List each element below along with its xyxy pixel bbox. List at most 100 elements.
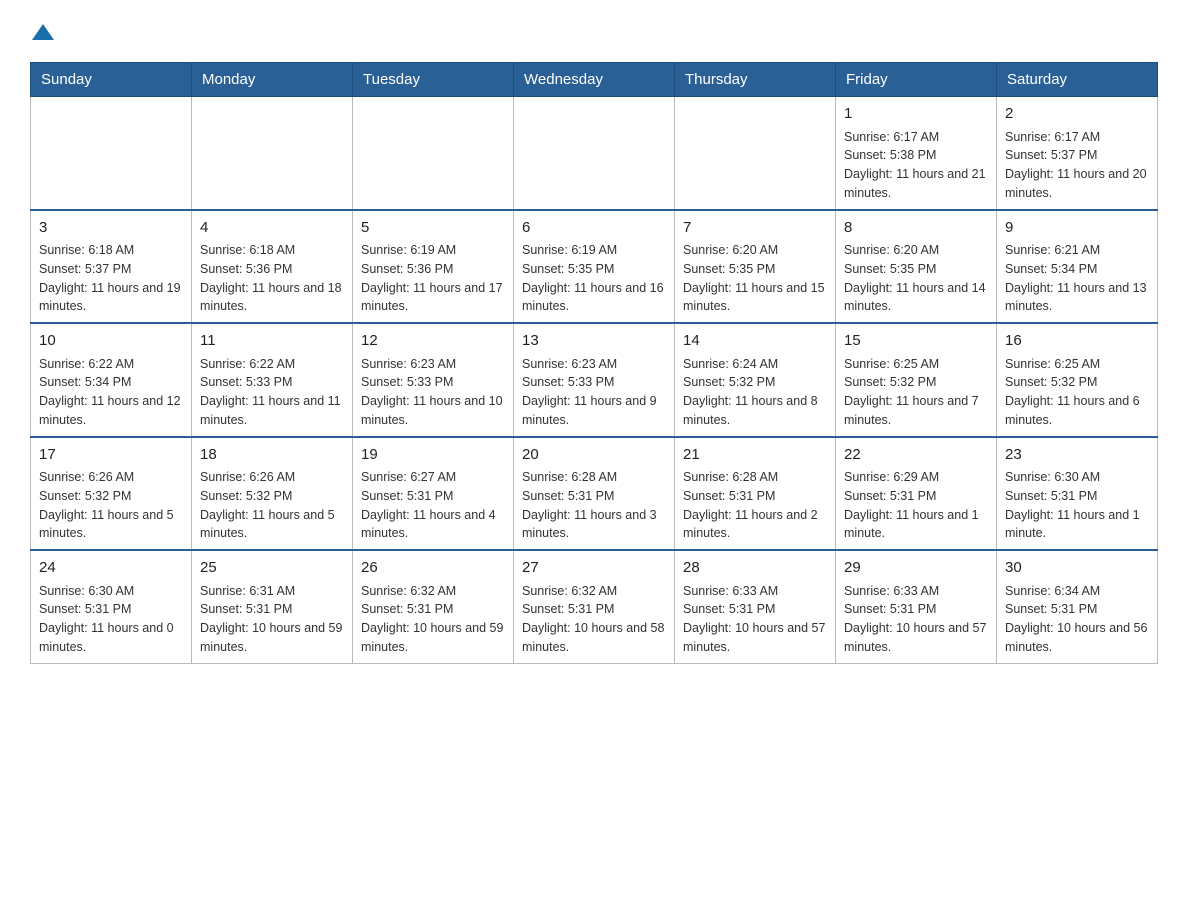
daylight-text: Daylight: 11 hours and 5 minutes. xyxy=(39,508,174,541)
header-tuesday: Tuesday xyxy=(353,63,514,97)
sunset-text: Sunset: 5:31 PM xyxy=(522,489,614,503)
sunset-text: Sunset: 5:31 PM xyxy=(844,489,936,503)
daylight-text: Daylight: 10 hours and 57 minutes. xyxy=(844,621,986,654)
sunrise-text: Sunrise: 6:30 AM xyxy=(39,584,134,598)
sunrise-text: Sunrise: 6:27 AM xyxy=(361,470,456,484)
table-row: 5 Sunrise: 6:19 AM Sunset: 5:36 PM Dayli… xyxy=(353,210,514,324)
sunrise-text: Sunrise: 6:23 AM xyxy=(522,357,617,371)
daylight-text: Daylight: 11 hours and 17 minutes. xyxy=(361,281,503,314)
table-row: 12 Sunrise: 6:23 AM Sunset: 5:33 PM Dayl… xyxy=(353,323,514,437)
sunset-text: Sunset: 5:37 PM xyxy=(39,262,131,276)
day-number: 12 xyxy=(361,330,505,353)
table-row: 20 Sunrise: 6:28 AM Sunset: 5:31 PM Dayl… xyxy=(514,437,675,551)
table-row: 11 Sunrise: 6:22 AM Sunset: 5:33 PM Dayl… xyxy=(192,323,353,437)
day-number: 28 xyxy=(683,557,827,580)
sunrise-text: Sunrise: 6:18 AM xyxy=(200,243,295,257)
day-number: 15 xyxy=(844,330,988,353)
table-row xyxy=(675,97,836,210)
daylight-text: Daylight: 11 hours and 6 minutes. xyxy=(1005,394,1140,427)
day-number: 19 xyxy=(361,444,505,467)
table-row: 25 Sunrise: 6:31 AM Sunset: 5:31 PM Dayl… xyxy=(192,550,353,663)
table-row: 28 Sunrise: 6:33 AM Sunset: 5:31 PM Dayl… xyxy=(675,550,836,663)
table-row: 1 Sunrise: 6:17 AM Sunset: 5:38 PM Dayli… xyxy=(836,97,997,210)
daylight-text: Daylight: 11 hours and 13 minutes. xyxy=(1005,281,1147,314)
daylight-text: Daylight: 11 hours and 18 minutes. xyxy=(200,281,342,314)
day-number: 13 xyxy=(522,330,666,353)
daylight-text: Daylight: 11 hours and 21 minutes. xyxy=(844,167,986,200)
sunrise-text: Sunrise: 6:17 AM xyxy=(844,130,939,144)
sunrise-text: Sunrise: 6:19 AM xyxy=(361,243,456,257)
sunset-text: Sunset: 5:33 PM xyxy=(361,375,453,389)
sunset-text: Sunset: 5:31 PM xyxy=(844,602,936,616)
logo-triangle-icon xyxy=(32,22,54,42)
table-row: 6 Sunrise: 6:19 AM Sunset: 5:35 PM Dayli… xyxy=(514,210,675,324)
sunrise-text: Sunrise: 6:24 AM xyxy=(683,357,778,371)
daylight-text: Daylight: 11 hours and 2 minutes. xyxy=(683,508,818,541)
table-row: 2 Sunrise: 6:17 AM Sunset: 5:37 PM Dayli… xyxy=(997,97,1158,210)
day-number: 6 xyxy=(522,217,666,240)
daylight-text: Daylight: 11 hours and 1 minute. xyxy=(1005,508,1140,541)
table-row xyxy=(514,97,675,210)
daylight-text: Daylight: 10 hours and 59 minutes. xyxy=(200,621,342,654)
sunset-text: Sunset: 5:33 PM xyxy=(522,375,614,389)
table-row: 27 Sunrise: 6:32 AM Sunset: 5:31 PM Dayl… xyxy=(514,550,675,663)
day-number: 10 xyxy=(39,330,183,353)
calendar-header-row: Sunday Monday Tuesday Wednesday Thursday… xyxy=(31,63,1158,97)
table-row: 23 Sunrise: 6:30 AM Sunset: 5:31 PM Dayl… xyxy=(997,437,1158,551)
logo xyxy=(30,20,54,42)
table-row: 26 Sunrise: 6:32 AM Sunset: 5:31 PM Dayl… xyxy=(353,550,514,663)
sunset-text: Sunset: 5:35 PM xyxy=(683,262,775,276)
day-number: 27 xyxy=(522,557,666,580)
daylight-text: Daylight: 11 hours and 9 minutes. xyxy=(522,394,657,427)
table-row: 24 Sunrise: 6:30 AM Sunset: 5:31 PM Dayl… xyxy=(31,550,192,663)
table-row: 16 Sunrise: 6:25 AM Sunset: 5:32 PM Dayl… xyxy=(997,323,1158,437)
sunrise-text: Sunrise: 6:22 AM xyxy=(200,357,295,371)
sunrise-text: Sunrise: 6:25 AM xyxy=(1005,357,1100,371)
daylight-text: Daylight: 11 hours and 7 minutes. xyxy=(844,394,979,427)
sunset-text: Sunset: 5:31 PM xyxy=(361,489,453,503)
daylight-text: Daylight: 10 hours and 56 minutes. xyxy=(1005,621,1147,654)
table-row: 10 Sunrise: 6:22 AM Sunset: 5:34 PM Dayl… xyxy=(31,323,192,437)
daylight-text: Daylight: 11 hours and 0 minutes. xyxy=(39,621,174,654)
sunrise-text: Sunrise: 6:23 AM xyxy=(361,357,456,371)
sunrise-text: Sunrise: 6:22 AM xyxy=(39,357,134,371)
sunrise-text: Sunrise: 6:25 AM xyxy=(844,357,939,371)
daylight-text: Daylight: 11 hours and 5 minutes. xyxy=(200,508,335,541)
sunset-text: Sunset: 5:31 PM xyxy=(522,602,614,616)
sunset-text: Sunset: 5:31 PM xyxy=(39,602,131,616)
day-number: 18 xyxy=(200,444,344,467)
header-monday: Monday xyxy=(192,63,353,97)
table-row: 15 Sunrise: 6:25 AM Sunset: 5:32 PM Dayl… xyxy=(836,323,997,437)
day-number: 11 xyxy=(200,330,344,353)
daylight-text: Daylight: 10 hours and 57 minutes. xyxy=(683,621,825,654)
daylight-text: Daylight: 11 hours and 19 minutes. xyxy=(39,281,181,314)
sunrise-text: Sunrise: 6:32 AM xyxy=(361,584,456,598)
calendar-table: Sunday Monday Tuesday Wednesday Thursday… xyxy=(30,62,1158,664)
table-row: 30 Sunrise: 6:34 AM Sunset: 5:31 PM Dayl… xyxy=(997,550,1158,663)
day-number: 3 xyxy=(39,217,183,240)
table-row: 14 Sunrise: 6:24 AM Sunset: 5:32 PM Dayl… xyxy=(675,323,836,437)
daylight-text: Daylight: 11 hours and 1 minute. xyxy=(844,508,979,541)
table-row: 8 Sunrise: 6:20 AM Sunset: 5:35 PM Dayli… xyxy=(836,210,997,324)
sunrise-text: Sunrise: 6:26 AM xyxy=(39,470,134,484)
header-thursday: Thursday xyxy=(675,63,836,97)
table-row: 3 Sunrise: 6:18 AM Sunset: 5:37 PM Dayli… xyxy=(31,210,192,324)
sunset-text: Sunset: 5:35 PM xyxy=(522,262,614,276)
sunset-text: Sunset: 5:31 PM xyxy=(683,602,775,616)
sunset-text: Sunset: 5:35 PM xyxy=(844,262,936,276)
day-number: 23 xyxy=(1005,444,1149,467)
daylight-text: Daylight: 11 hours and 4 minutes. xyxy=(361,508,496,541)
table-row: 19 Sunrise: 6:27 AM Sunset: 5:31 PM Dayl… xyxy=(353,437,514,551)
day-number: 1 xyxy=(844,103,988,126)
sunset-text: Sunset: 5:36 PM xyxy=(361,262,453,276)
day-number: 2 xyxy=(1005,103,1149,126)
sunrise-text: Sunrise: 6:34 AM xyxy=(1005,584,1100,598)
day-number: 4 xyxy=(200,217,344,240)
sunset-text: Sunset: 5:31 PM xyxy=(1005,489,1097,503)
sunrise-text: Sunrise: 6:19 AM xyxy=(522,243,617,257)
sunset-text: Sunset: 5:37 PM xyxy=(1005,148,1097,162)
table-row: 29 Sunrise: 6:33 AM Sunset: 5:31 PM Dayl… xyxy=(836,550,997,663)
day-number: 26 xyxy=(361,557,505,580)
table-row: 21 Sunrise: 6:28 AM Sunset: 5:31 PM Dayl… xyxy=(675,437,836,551)
day-number: 21 xyxy=(683,444,827,467)
